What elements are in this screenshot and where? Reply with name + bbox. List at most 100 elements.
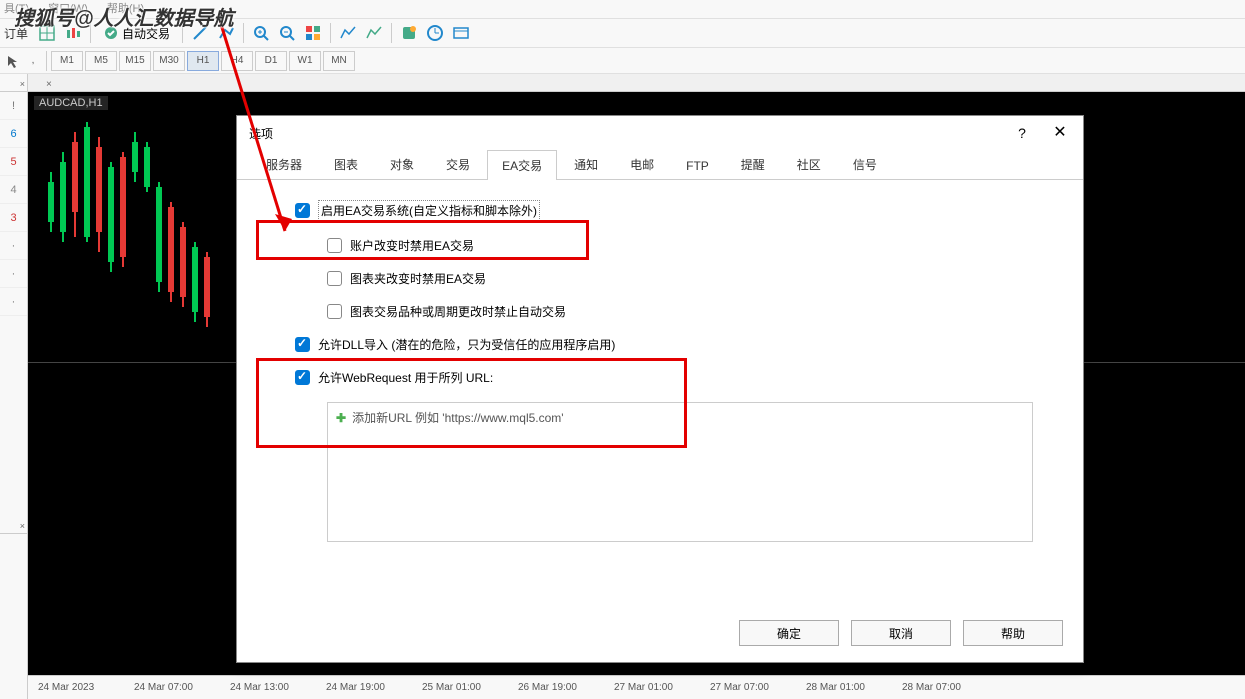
timeframe-m15[interactable]: M15 [119, 51, 151, 71]
time-tick: 24 Mar 2023 [38, 682, 134, 693]
tab-5[interactable]: 通知 [559, 149, 613, 179]
timeframe-h4[interactable]: H4 [221, 51, 253, 71]
timeframe-mn[interactable]: MN [323, 51, 355, 71]
tile-icon[interactable] [302, 22, 324, 44]
add-url-row[interactable]: ✚ 添加新URL 例如 'https://www.mql5.com' [336, 409, 1024, 426]
timeframe-d1[interactable]: D1 [255, 51, 287, 71]
tab-10[interactable]: 信号 [838, 149, 892, 179]
side-panel: × !6543··· × [0, 74, 28, 699]
time-tick: 28 Mar 07:00 [902, 682, 998, 693]
text-icon[interactable]: , [24, 52, 42, 70]
tab-2[interactable]: 对象 [375, 149, 429, 179]
timeframe-toolbar: , M1M5M15M30H1H4D1W1MN [0, 48, 1245, 74]
separator [182, 23, 183, 43]
chart-symbol-label: AUDCAD,H1 [34, 96, 108, 110]
timeframe-m30[interactable]: M30 [153, 51, 185, 71]
dialog-title-text: 选项 [249, 125, 273, 142]
disable-symbol-change-label: 图表交易品种或周期更改时禁止自动交易 [350, 303, 566, 320]
menu-tools[interactable]: 具(T) [4, 0, 29, 16]
time-tick: 27 Mar 07:00 [710, 682, 806, 693]
auto-trade-label: 自动交易 [122, 25, 170, 42]
close-icon[interactable]: × [20, 517, 25, 535]
tab-8[interactable]: 提醒 [726, 149, 780, 179]
tab-3[interactable]: 交易 [431, 149, 485, 179]
terminal-icon[interactable] [450, 22, 472, 44]
tab-4[interactable]: EA交易 [487, 150, 557, 180]
auto-trade-icon [103, 25, 119, 41]
url-list-box[interactable]: ✚ 添加新URL 例如 'https://www.mql5.com' [327, 402, 1033, 542]
ok-button[interactable]: 确定 [739, 620, 839, 646]
tab-6[interactable]: 电邮 [615, 149, 669, 179]
dialog-titlebar: 选项 ? ✕ [237, 116, 1083, 150]
disable-symbol-change-checkbox[interactable] [327, 304, 342, 319]
dialog-help-button[interactable]: ? [1007, 120, 1037, 146]
disable-account-change-label: 账户改变时禁用EA交易 [350, 237, 474, 254]
timeframe-m5[interactable]: M5 [85, 51, 117, 71]
separator [243, 23, 244, 43]
separator [391, 23, 392, 43]
enable-ea-label: 启用EA交易系统(自定义指标和脚本除外) [318, 200, 540, 221]
candle-icon[interactable] [62, 22, 84, 44]
order-label[interactable]: 订单 [4, 25, 28, 42]
time-tick: 24 Mar 07:00 [134, 682, 230, 693]
enable-ea-checkbox[interactable] [295, 203, 310, 218]
side-value: 4 [0, 176, 27, 204]
template-icon[interactable] [398, 22, 420, 44]
timeframe-m1[interactable]: M1 [51, 51, 83, 71]
indicator2-icon[interactable] [363, 22, 385, 44]
indicator-icon[interactable] [337, 22, 359, 44]
side-value: · [0, 260, 27, 288]
allow-webrequest-label: 允许WebRequest 用于所列 URL: [318, 369, 493, 386]
separator [46, 51, 47, 71]
disable-account-change-checkbox[interactable] [327, 238, 342, 253]
side-value: · [0, 288, 27, 316]
separator [330, 23, 331, 43]
chart-settings-icon[interactable] [36, 22, 58, 44]
tab-9[interactable]: 社区 [782, 149, 836, 179]
help-button[interactable]: 帮助 [963, 620, 1063, 646]
side-tab-2[interactable]: × [0, 516, 27, 534]
time-tick: 26 Mar 19:00 [518, 682, 614, 693]
cursor-icon[interactable] [4, 52, 22, 70]
tab-7[interactable]: FTP [671, 152, 724, 179]
allow-webrequest-checkbox[interactable] [295, 370, 310, 385]
close-icon[interactable]: × [20, 75, 25, 93]
menubar: 具(T) 窗口(W) 帮助(H) [0, 0, 1245, 18]
time-tick: 24 Mar 19:00 [326, 682, 422, 693]
time-tick: 24 Mar 13:00 [230, 682, 326, 693]
side-value: 3 [0, 204, 27, 232]
side-value: 5 [0, 148, 27, 176]
main-toolbar: 订单 自动交易 [0, 18, 1245, 48]
period-icon[interactable] [424, 22, 446, 44]
options-dialog: 选项 ? ✕ 服务器图表对象交易EA交易通知电邮FTP提醒社区信号 启用EA交易… [236, 115, 1084, 663]
timeframe-h1[interactable]: H1 [187, 51, 219, 71]
plus-icon: ✚ [336, 411, 346, 425]
cancel-button[interactable]: 取消 [851, 620, 951, 646]
menu-window[interactable]: 窗口(W) [48, 0, 88, 16]
zoom-out-icon[interactable] [276, 22, 298, 44]
tab-1[interactable]: 图表 [319, 149, 373, 179]
add-url-hint: 添加新URL 例如 'https://www.mql5.com' [352, 409, 564, 426]
time-tick: 25 Mar 01:00 [422, 682, 518, 693]
disable-profile-change-checkbox[interactable] [327, 271, 342, 286]
side-tab[interactable]: × [0, 74, 27, 92]
allow-dll-checkbox[interactable] [295, 337, 310, 352]
dialog-content: 启用EA交易系统(自定义指标和脚本除外) 账户改变时禁用EA交易 图表夹改变时禁… [237, 180, 1083, 600]
tab-0[interactable]: 服务器 [251, 149, 317, 179]
zoom-in-icon[interactable] [250, 22, 272, 44]
menu-help[interactable]: 帮助(H) [107, 0, 144, 16]
time-tick: 28 Mar 01:00 [806, 682, 902, 693]
dialog-button-row: 确定 取消 帮助 [739, 620, 1063, 646]
allow-dll-label: 允许DLL导入 (潜在的危险，只为受信任的应用程序启用) [318, 336, 615, 353]
line-tool-icon[interactable] [189, 22, 211, 44]
timeframe-w1[interactable]: W1 [289, 51, 321, 71]
disable-profile-change-label: 图表夹改变时禁用EA交易 [350, 270, 486, 287]
time-axis: 24 Mar 202324 Mar 07:0024 Mar 13:0024 Ma… [28, 675, 1245, 699]
side-value: · [0, 232, 27, 260]
trend-icon[interactable] [215, 22, 237, 44]
side-value: ! [0, 92, 27, 120]
auto-trade-button[interactable]: 自动交易 [97, 23, 176, 44]
dialog-tabs: 服务器图表对象交易EA交易通知电邮FTP提醒社区信号 [237, 150, 1083, 180]
chart-tab[interactable]: × [28, 74, 1245, 92]
dialog-close-button[interactable]: ✕ [1045, 120, 1075, 146]
